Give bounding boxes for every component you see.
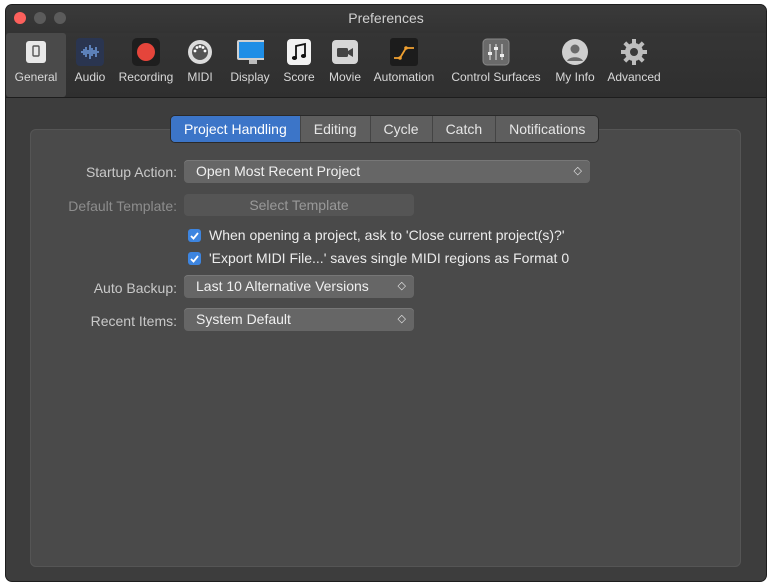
- display-monitor-icon: [236, 38, 264, 66]
- toolbar-label: My Info: [555, 70, 595, 84]
- export-midi-checkbox-label: 'Export MIDI File...' saves single MIDI …: [209, 250, 570, 266]
- title-bar: Preferences: [6, 5, 766, 33]
- window-title: Preferences: [348, 10, 424, 26]
- toolbar-label: Audio: [74, 70, 106, 84]
- toolbar-display[interactable]: Display: [226, 33, 274, 97]
- recent-items-label: Recent Items:: [90, 313, 177, 329]
- recent-items-popup[interactable]: System Default ◇: [184, 308, 414, 331]
- toolbar-control-surfaces[interactable]: Control Surfaces: [444, 33, 548, 97]
- recent-items-value: System Default: [196, 311, 291, 327]
- movie-camera-icon: [331, 38, 359, 66]
- tab-project-handling[interactable]: Project Handling: [171, 116, 301, 142]
- tab-editing[interactable]: Editing: [301, 116, 371, 142]
- toolbar-midi[interactable]: MIDI: [182, 33, 218, 97]
- toolbar-label: Movie: [328, 70, 361, 84]
- toolbar-label: General: [14, 70, 58, 84]
- startup-action-popup[interactable]: Open Most Recent Project ◇: [184, 160, 590, 183]
- toolbar-label: Recording: [118, 70, 174, 84]
- control-surfaces-icon: [482, 38, 510, 66]
- export-midi-checkbox-row[interactable]: 'Export MIDI File...' saves single MIDI …: [188, 250, 569, 266]
- close-project-checkbox[interactable]: [188, 228, 201, 242]
- close-project-checkbox-label: When opening a project, ask to 'Close cu…: [209, 227, 565, 243]
- tab-cycle[interactable]: Cycle: [371, 116, 433, 142]
- toolbar-label: MIDI: [187, 70, 213, 84]
- segmented-tab-control: Project Handling Editing Cycle Catch Not…: [171, 116, 599, 142]
- close-project-checkbox-row[interactable]: When opening a project, ask to 'Close cu…: [188, 227, 565, 243]
- export-midi-checkbox[interactable]: [188, 251, 201, 265]
- preferences-window: Preferences General Audio Recording MIDI…: [6, 5, 766, 581]
- checkmark-icon: [190, 231, 199, 240]
- toolbar-score[interactable]: Score: [280, 33, 318, 97]
- auto-backup-popup[interactable]: Last 10 Alternative Versions ◇: [184, 275, 414, 298]
- gear-icon: [620, 38, 648, 66]
- startup-action-label: Startup Action:: [85, 164, 177, 180]
- checkmark-icon: [190, 254, 199, 263]
- toolbar-automation[interactable]: Automation: [368, 33, 440, 97]
- toolbar-general[interactable]: General: [6, 33, 66, 97]
- tab-notifications[interactable]: Notifications: [496, 116, 598, 142]
- toolbar-movie[interactable]: Movie: [324, 33, 366, 97]
- select-template-button[interactable]: Select Template: [184, 194, 414, 216]
- chevron-updown-icon: ◇: [397, 313, 406, 325]
- toolbar-label: Automation: [373, 70, 435, 84]
- tab-catch[interactable]: Catch: [433, 116, 497, 142]
- preferences-toolbar: General Audio Recording MIDI Display Sco…: [6, 33, 766, 98]
- midi-port-icon: [186, 38, 214, 66]
- user-icon: [561, 38, 589, 66]
- chevron-updown-icon: ◇: [397, 280, 406, 292]
- toolbar-recording[interactable]: Recording: [114, 33, 178, 97]
- toolbar-advanced[interactable]: Advanced: [604, 33, 664, 97]
- chevron-updown-icon: ◇: [573, 165, 582, 177]
- record-icon: [132, 38, 160, 66]
- audio-waveform-icon: [76, 38, 104, 66]
- toolbar-label: Advanced: [607, 70, 661, 84]
- auto-backup-label: Auto Backup:: [93, 280, 177, 296]
- music-note-icon: [285, 38, 313, 66]
- auto-backup-value: Last 10 Alternative Versions: [196, 278, 369, 294]
- automation-icon: [390, 38, 418, 66]
- default-template-label: Default Template:: [68, 198, 177, 214]
- toolbar-audio[interactable]: Audio: [68, 33, 112, 97]
- toolbar-label: Score: [283, 70, 315, 84]
- startup-action-value: Open Most Recent Project: [196, 163, 361, 179]
- toolbar-label: Display: [230, 70, 270, 84]
- toolbar-label: Control Surfaces: [451, 70, 541, 84]
- general-switch-icon: [22, 38, 50, 66]
- toolbar-my-info[interactable]: My Info: [550, 33, 600, 97]
